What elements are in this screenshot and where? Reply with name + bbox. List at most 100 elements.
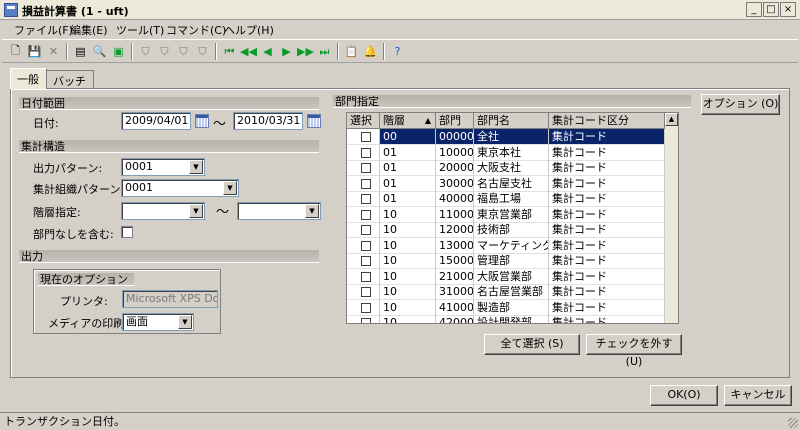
- row-checkbox[interactable]: [361, 163, 371, 173]
- table-row[interactable]: 00 00000 全社 集計コード: [347, 129, 665, 145]
- table-row[interactable]: 10 11000 東京営業部 集計コード: [347, 206, 665, 223]
- date-to-field[interactable]: 2010/03/31: [233, 112, 303, 130]
- chevron-down-icon[interactable]: ▼: [189, 204, 203, 218]
- row-checkbox[interactable]: [361, 178, 371, 189]
- row-checkbox[interactable]: [361, 209, 371, 220]
- row-checkbox[interactable]: [361, 302, 371, 313]
- row-cell-kind: 集計コード: [549, 129, 665, 145]
- menu-file[interactable]: ファイル(F): [14, 22, 73, 38]
- save-icon[interactable]: 💾: [26, 43, 43, 60]
- new-icon[interactable]: 🗋: [7, 43, 24, 60]
- row-checkbox[interactable]: [361, 147, 371, 158]
- row-checkbox[interactable]: [361, 271, 371, 282]
- row-select-cell[interactable]: [347, 315, 380, 323]
- filter-add-icon[interactable]: ⛉: [156, 43, 173, 60]
- media-select[interactable]: 画面 ▼: [122, 313, 194, 331]
- menu-edit[interactable]: 編集(E): [70, 22, 108, 38]
- chevron-down-icon[interactable]: ▼: [178, 315, 192, 329]
- row-checkbox[interactable]: [361, 318, 371, 323]
- level-from-select[interactable]: ▼: [121, 202, 205, 220]
- row-checkbox[interactable]: [361, 194, 371, 204]
- delete-icon[interactable]: ✕: [45, 43, 62, 60]
- org-pattern-select[interactable]: 0001 ▼: [121, 179, 239, 197]
- col-dept-name[interactable]: 部門名: [474, 113, 549, 129]
- table-row[interactable]: 10 42000 設計開発部 集計コード: [347, 315, 665, 323]
- filter-clear-icon[interactable]: ⛉: [194, 43, 211, 60]
- select-all-button[interactable]: 全て選択 (S): [484, 334, 580, 355]
- row-checkbox[interactable]: [361, 256, 371, 266]
- clipboard-icon[interactable]: 📋: [343, 43, 360, 60]
- table-row[interactable]: 01 40000 福島工場 集計コード: [347, 191, 665, 207]
- chevron-down-icon[interactable]: ▼: [305, 204, 319, 218]
- next-record-icon[interactable]: ▶: [278, 43, 295, 60]
- first-record-icon[interactable]: ⏮: [221, 43, 238, 60]
- chevron-down-icon[interactable]: ▼: [189, 160, 203, 174]
- menu-help[interactable]: ヘルプ(H): [224, 22, 274, 38]
- row-checkbox[interactable]: [361, 225, 371, 235]
- ok-button[interactable]: OK(O): [650, 385, 718, 406]
- table-row[interactable]: 10 31000 名古屋営業部 集計コード: [347, 284, 665, 300]
- row-select-cell[interactable]: [347, 160, 380, 176]
- date-from-field[interactable]: 2009/04/01: [121, 112, 191, 130]
- row-select-cell[interactable]: [347, 191, 380, 207]
- tab-batch[interactable]: バッチ: [46, 70, 94, 88]
- vertical-scrollbar[interactable]: ▲: [665, 113, 678, 323]
- table-row[interactable]: 10 41000 製造部 集計コード: [347, 299, 665, 316]
- uncheck-button[interactable]: チェックを外す (U): [586, 334, 682, 368]
- row-select-cell[interactable]: [347, 144, 380, 161]
- table-row[interactable]: 10 12000 技術部 集計コード: [347, 222, 665, 238]
- col-level[interactable]: 階層 ▲: [380, 113, 436, 129]
- print-preview-icon[interactable]: 🔍: [91, 43, 108, 60]
- org-pattern-label: 集計組織パターン:: [33, 183, 125, 196]
- resize-grip[interactable]: [788, 418, 798, 428]
- calendar-from-icon[interactable]: [195, 114, 209, 128]
- table-row[interactable]: 1013000マーケティング部集計コード: [347, 237, 665, 254]
- close-button[interactable]: ×: [780, 2, 796, 17]
- filter-edit-icon[interactable]: ⛉: [175, 43, 192, 60]
- window-title: 損益計算書 (1 - uft): [22, 5, 129, 18]
- row-checkbox[interactable]: [361, 287, 371, 297]
- next-page-icon[interactable]: ▶▶: [297, 43, 314, 60]
- table-row[interactable]: 10 21000 大阪営業部 集計コード: [347, 268, 665, 285]
- col-kind[interactable]: 集計コード区分: [549, 113, 665, 129]
- help-icon[interactable]: ?: [389, 43, 406, 60]
- row-select-cell[interactable]: [347, 237, 380, 254]
- table-row[interactable]: 01 20000 大阪支社 集計コード: [347, 160, 665, 176]
- col-dept[interactable]: 部門: [436, 113, 474, 129]
- cancel-button[interactable]: キャンセル: [724, 385, 792, 406]
- maximize-button[interactable]: □: [763, 2, 779, 17]
- row-select-cell[interactable]: [347, 222, 380, 238]
- menu-tools[interactable]: ツール(T): [116, 22, 164, 38]
- row-select-cell[interactable]: [347, 253, 380, 269]
- table-row[interactable]: 01 10000 東京本社 集計コード: [347, 144, 665, 161]
- table-row[interactable]: 10 15000 管理部 集計コード: [347, 253, 665, 269]
- options-button[interactable]: オプション (O): [701, 94, 780, 115]
- row-select-cell[interactable]: [347, 284, 380, 300]
- level-to-select[interactable]: ▼: [237, 202, 321, 220]
- row-checkbox[interactable]: [361, 240, 371, 251]
- previous-page-icon[interactable]: ◀◀: [240, 43, 257, 60]
- last-record-icon[interactable]: ⏭: [316, 43, 333, 60]
- table-row[interactable]: 01 30000 名古屋支社 集計コード: [347, 175, 665, 192]
- print-icon[interactable]: ▤: [72, 43, 89, 60]
- output-pattern-select[interactable]: 0001 ▼: [121, 158, 205, 176]
- col-select[interactable]: 選択: [347, 113, 380, 129]
- export-icon[interactable]: ▣: [110, 43, 127, 60]
- row-select-cell[interactable]: [347, 129, 380, 145]
- chevron-down-icon[interactable]: ▼: [223, 181, 237, 195]
- menu-commands[interactable]: コマンド(C): [166, 22, 226, 38]
- no-dept-checkbox[interactable]: [121, 226, 133, 238]
- scroll-up-icon[interactable]: ▲: [665, 113, 678, 126]
- filter-icon[interactable]: ⛉: [137, 43, 154, 60]
- tab-general[interactable]: 一般: [10, 68, 47, 89]
- calendar-to-icon[interactable]: [307, 114, 321, 128]
- row-select-cell[interactable]: [347, 268, 380, 285]
- row-cell-name: 全社: [474, 129, 549, 145]
- row-select-cell[interactable]: [347, 299, 380, 316]
- alert-icon[interactable]: 🔔: [362, 43, 379, 60]
- row-select-cell[interactable]: [347, 175, 380, 192]
- previous-record-icon[interactable]: ◀: [259, 43, 276, 60]
- row-select-cell[interactable]: [347, 206, 380, 223]
- minimize-button[interactable]: _: [746, 2, 762, 17]
- row-checkbox[interactable]: [361, 132, 371, 142]
